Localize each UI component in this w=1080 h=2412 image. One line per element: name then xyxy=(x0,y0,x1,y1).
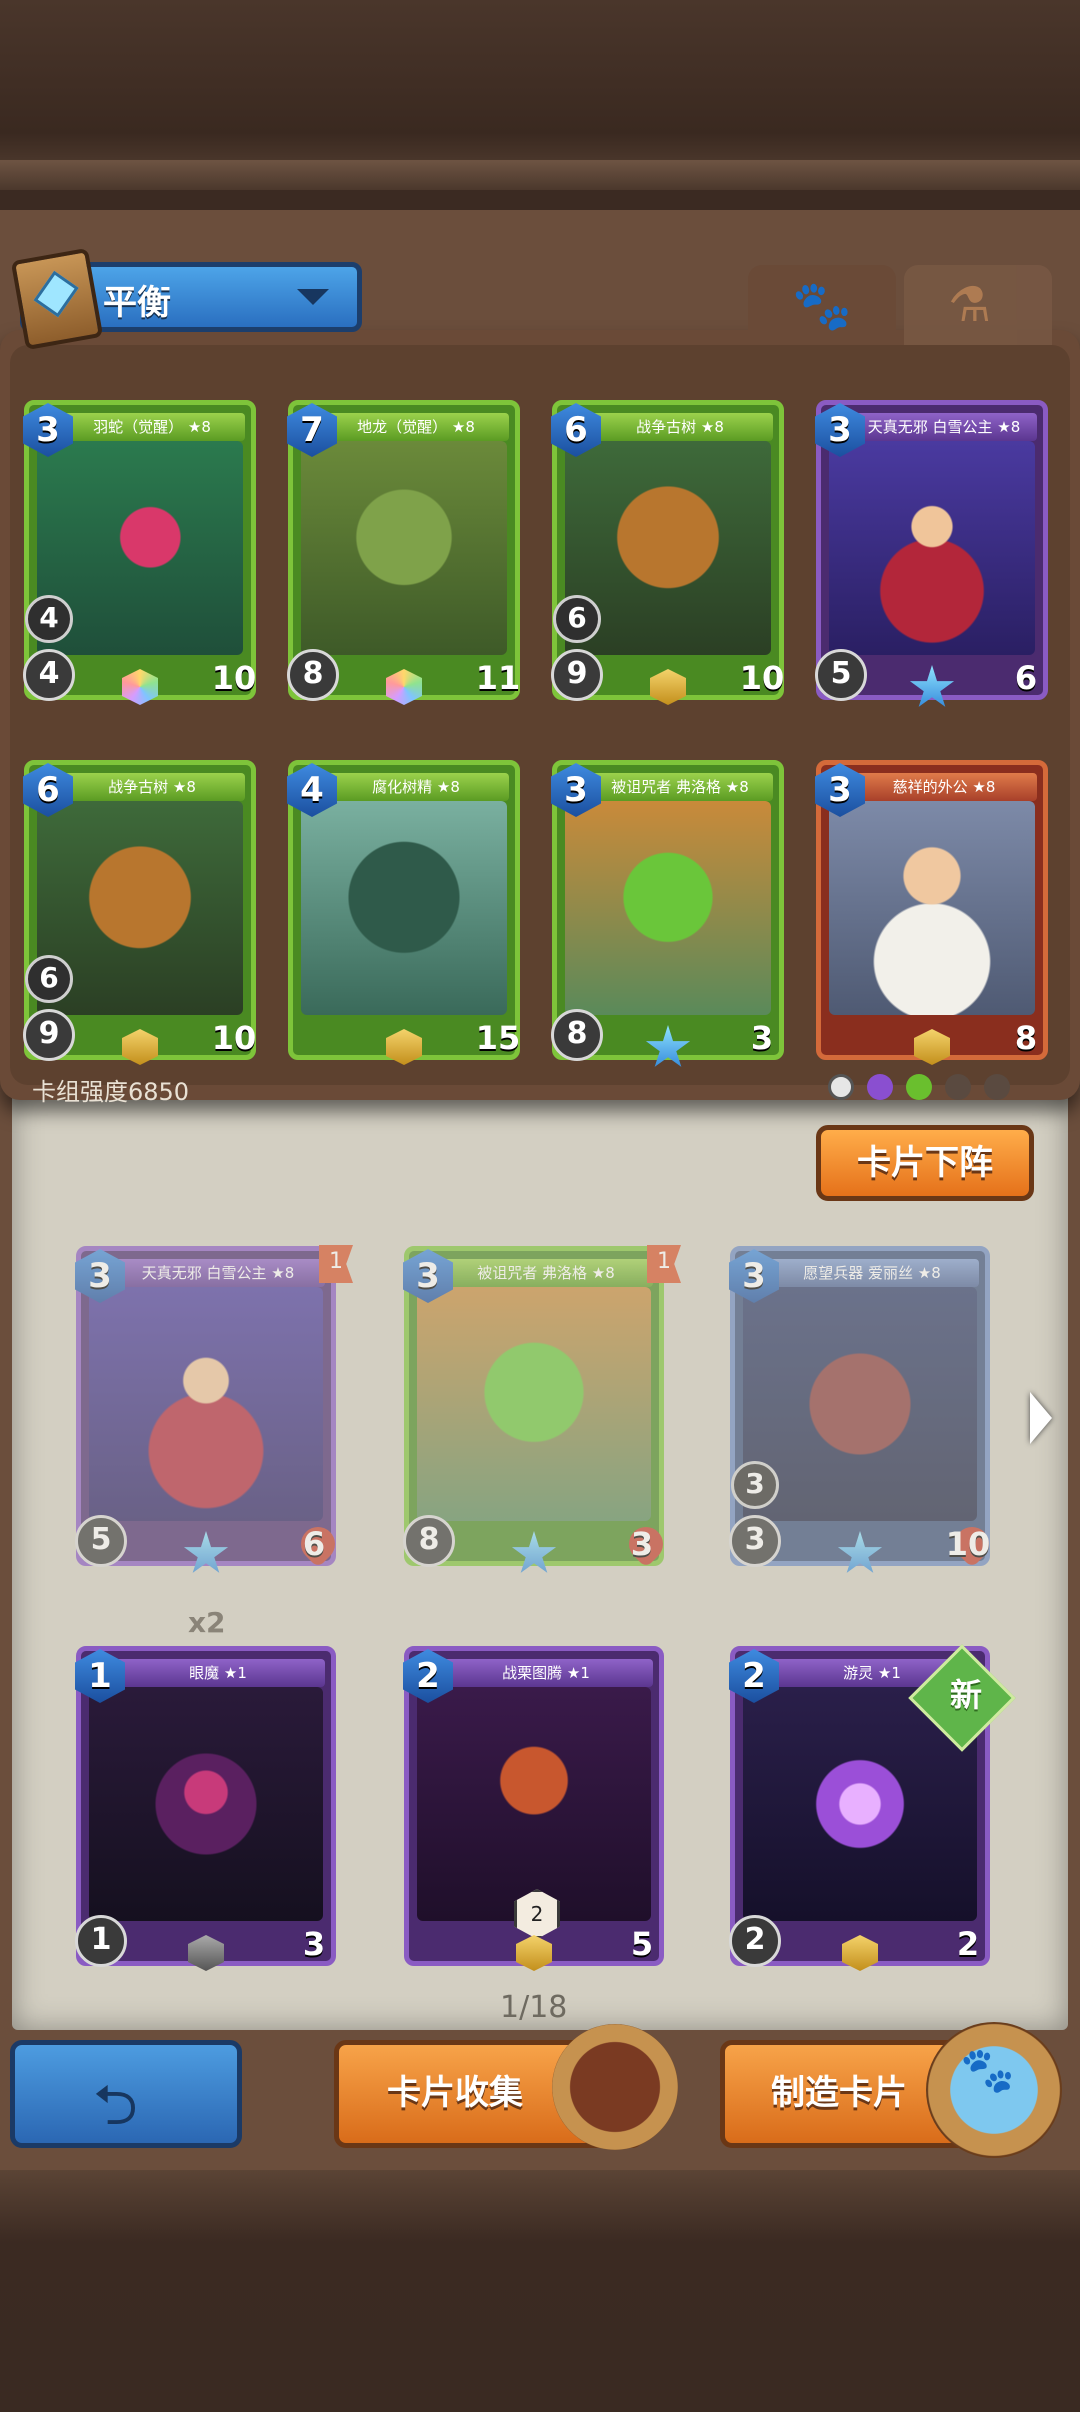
card-hp: 3 xyxy=(617,1521,667,1567)
card-name: 腐化树精 ★8 xyxy=(323,773,509,801)
card-art xyxy=(301,801,507,1015)
card-name: 眼魔 ★1 xyxy=(111,1659,325,1687)
card-name: 战栗图腾 ★1 xyxy=(439,1659,653,1687)
card-book-icon[interactable] xyxy=(552,2024,678,2150)
card-hp: 10 xyxy=(209,655,259,701)
filter-green-icon[interactable] xyxy=(906,1074,933,1100)
bottom-wood-border xyxy=(0,2170,1080,2412)
card-hp: 6 xyxy=(289,1521,339,1567)
card-name: 羽蛇（觉醒） ★8 xyxy=(59,413,245,441)
card-name: 天真无邪 白雪公主 ★8 xyxy=(851,413,1037,441)
collection-card[interactable]: 被诅咒者 弗洛格 ★8 3 1 8 3 xyxy=(403,1245,681,1573)
deck-strength: 卡组强度6850 xyxy=(32,1078,190,1106)
card-attack: 1 xyxy=(75,1915,127,1967)
collection-card[interactable]: 眼魔 ★1 1 1 3 xyxy=(75,1646,339,1971)
rarity-gem-icon xyxy=(386,669,422,705)
deck-card[interactable]: 慈祥的外公 ★8 3 8 xyxy=(815,760,1051,1065)
card-art xyxy=(301,441,507,655)
filter-other-icon[interactable] xyxy=(984,1074,1011,1100)
card-range: 4 xyxy=(25,595,73,643)
card-name: 被诅咒者 弗洛格 ★8 xyxy=(439,1259,653,1287)
filter-purple-icon[interactable] xyxy=(867,1074,894,1100)
card-name: 天真无邪 白雪公主 ★8 xyxy=(111,1259,325,1287)
tab-spells[interactable]: ⚗ xyxy=(904,265,1052,345)
paw-icon: 🐾 xyxy=(960,2045,1015,2096)
card-name: 愿望兵器 爱丽丝 ★8 xyxy=(765,1259,979,1287)
card-hp: 3 xyxy=(289,1921,339,1967)
rarity-gem-icon xyxy=(122,669,158,705)
paw-icon: 🐾 xyxy=(792,278,852,334)
deck-card[interactable]: 地龙（觉醒） ★8 7 8 11 xyxy=(287,400,523,705)
collection-card[interactable]: 战栗图腾 ★1 2 2 5 xyxy=(403,1646,667,1971)
card-art xyxy=(417,1687,651,1921)
card-hp: 8 xyxy=(1001,1015,1051,1061)
card-name: 地龙（觉醒） ★8 xyxy=(323,413,509,441)
card-range: 3 xyxy=(731,1461,779,1509)
back-arrow-icon: ⮌ xyxy=(93,2073,138,2138)
card-art xyxy=(829,801,1035,1015)
collection-card[interactable]: 愿望兵器 爱丽丝 ★8 3 3 3 10 xyxy=(729,1246,993,1573)
rarity-gem-icon xyxy=(188,1935,224,1971)
rarity-gem-icon xyxy=(386,1029,422,1065)
filter-icons xyxy=(828,1074,1018,1104)
filter-other-icon[interactable] xyxy=(945,1074,972,1100)
card-hp: 10 xyxy=(209,1015,259,1061)
top-wood-border xyxy=(0,0,1080,190)
card-name: 被诅咒者 弗洛格 ★8 xyxy=(587,773,773,801)
deck-card[interactable]: 战争古树 ★8 6 6 9 10 xyxy=(551,400,787,705)
unload-card-button[interactable]: 卡片下阵 xyxy=(816,1125,1034,1201)
deck-card[interactable]: 腐化树精 ★8 4 15 xyxy=(287,760,523,1065)
filter-all-icon[interactable] xyxy=(828,1074,854,1100)
rarity-gem-icon xyxy=(914,1029,950,1065)
back-button[interactable]: ⮌ xyxy=(10,2040,242,2148)
card-attack: 3 xyxy=(729,1515,781,1567)
deck-card[interactable]: 被诅咒者 弗洛格 ★8 3 8 3 xyxy=(551,760,787,1067)
potion-icon: ⚗ xyxy=(948,277,992,333)
card-hp: 10 xyxy=(737,655,787,701)
card-attack: 9 xyxy=(551,649,603,701)
deck-card[interactable]: 羽蛇（觉醒） ★8 3 4 4 10 xyxy=(23,400,259,705)
card-art xyxy=(89,1687,323,1921)
new-badge-label: 新 xyxy=(949,1676,982,1714)
deck-card[interactable]: 战争古树 ★8 6 6 9 10 xyxy=(23,760,259,1065)
card-range: 6 xyxy=(25,955,73,1003)
card-attack: 9 xyxy=(23,1009,75,1061)
card-attack: 4 xyxy=(23,649,75,701)
card-hp: 2 xyxy=(943,1921,993,1967)
card-attack: 2 xyxy=(729,1915,781,1967)
page-indicator: 1/18 xyxy=(500,1990,568,2025)
card-hp: 15 xyxy=(473,1015,523,1061)
rarity-gem-icon xyxy=(516,1935,552,1971)
card-name: 慈祥的外公 ★8 xyxy=(851,773,1037,801)
craft-potion-icon[interactable]: 🐾 xyxy=(926,2022,1062,2158)
card-range: 6 xyxy=(553,595,601,643)
card-art xyxy=(417,1287,651,1521)
card-attack: 8 xyxy=(403,1515,455,1567)
card-attack: 8 xyxy=(287,649,339,701)
card-name: 战争古树 ★8 xyxy=(59,773,245,801)
card-hp: 5 xyxy=(617,1921,667,1967)
card-attack: 5 xyxy=(75,1515,127,1567)
deck-card[interactable]: 天真无邪 白雪公主 ★8 3 5 6 xyxy=(815,400,1051,707)
deck-selector-label: 平衡 xyxy=(103,283,171,323)
rarity-gem-icon xyxy=(842,1935,878,1971)
card-attack: 5 xyxy=(815,649,867,701)
card-art xyxy=(829,441,1035,655)
rarity-gem-icon xyxy=(122,1029,158,1065)
card-copy-count: x2 xyxy=(188,1606,226,1639)
chevron-down-icon xyxy=(297,289,329,305)
deck-book-icon xyxy=(10,247,104,351)
card-hp: 10 xyxy=(943,1521,993,1567)
card-attack: 8 xyxy=(551,1009,603,1061)
card-hp: 6 xyxy=(1001,655,1051,701)
card-hp: 11 xyxy=(473,655,523,701)
collection-card[interactable]: 天真无邪 白雪公主 ★8 3 1 5 6 xyxy=(75,1245,353,1573)
tab-creatures[interactable]: 🐾 xyxy=(748,265,896,345)
card-art xyxy=(565,801,771,1015)
next-page-arrow-icon[interactable] xyxy=(1030,1392,1052,1444)
card-hp: 3 xyxy=(737,1015,787,1061)
card-art xyxy=(89,1287,323,1521)
card-name: 战争古树 ★8 xyxy=(587,413,773,441)
rarity-gem-icon xyxy=(650,669,686,705)
